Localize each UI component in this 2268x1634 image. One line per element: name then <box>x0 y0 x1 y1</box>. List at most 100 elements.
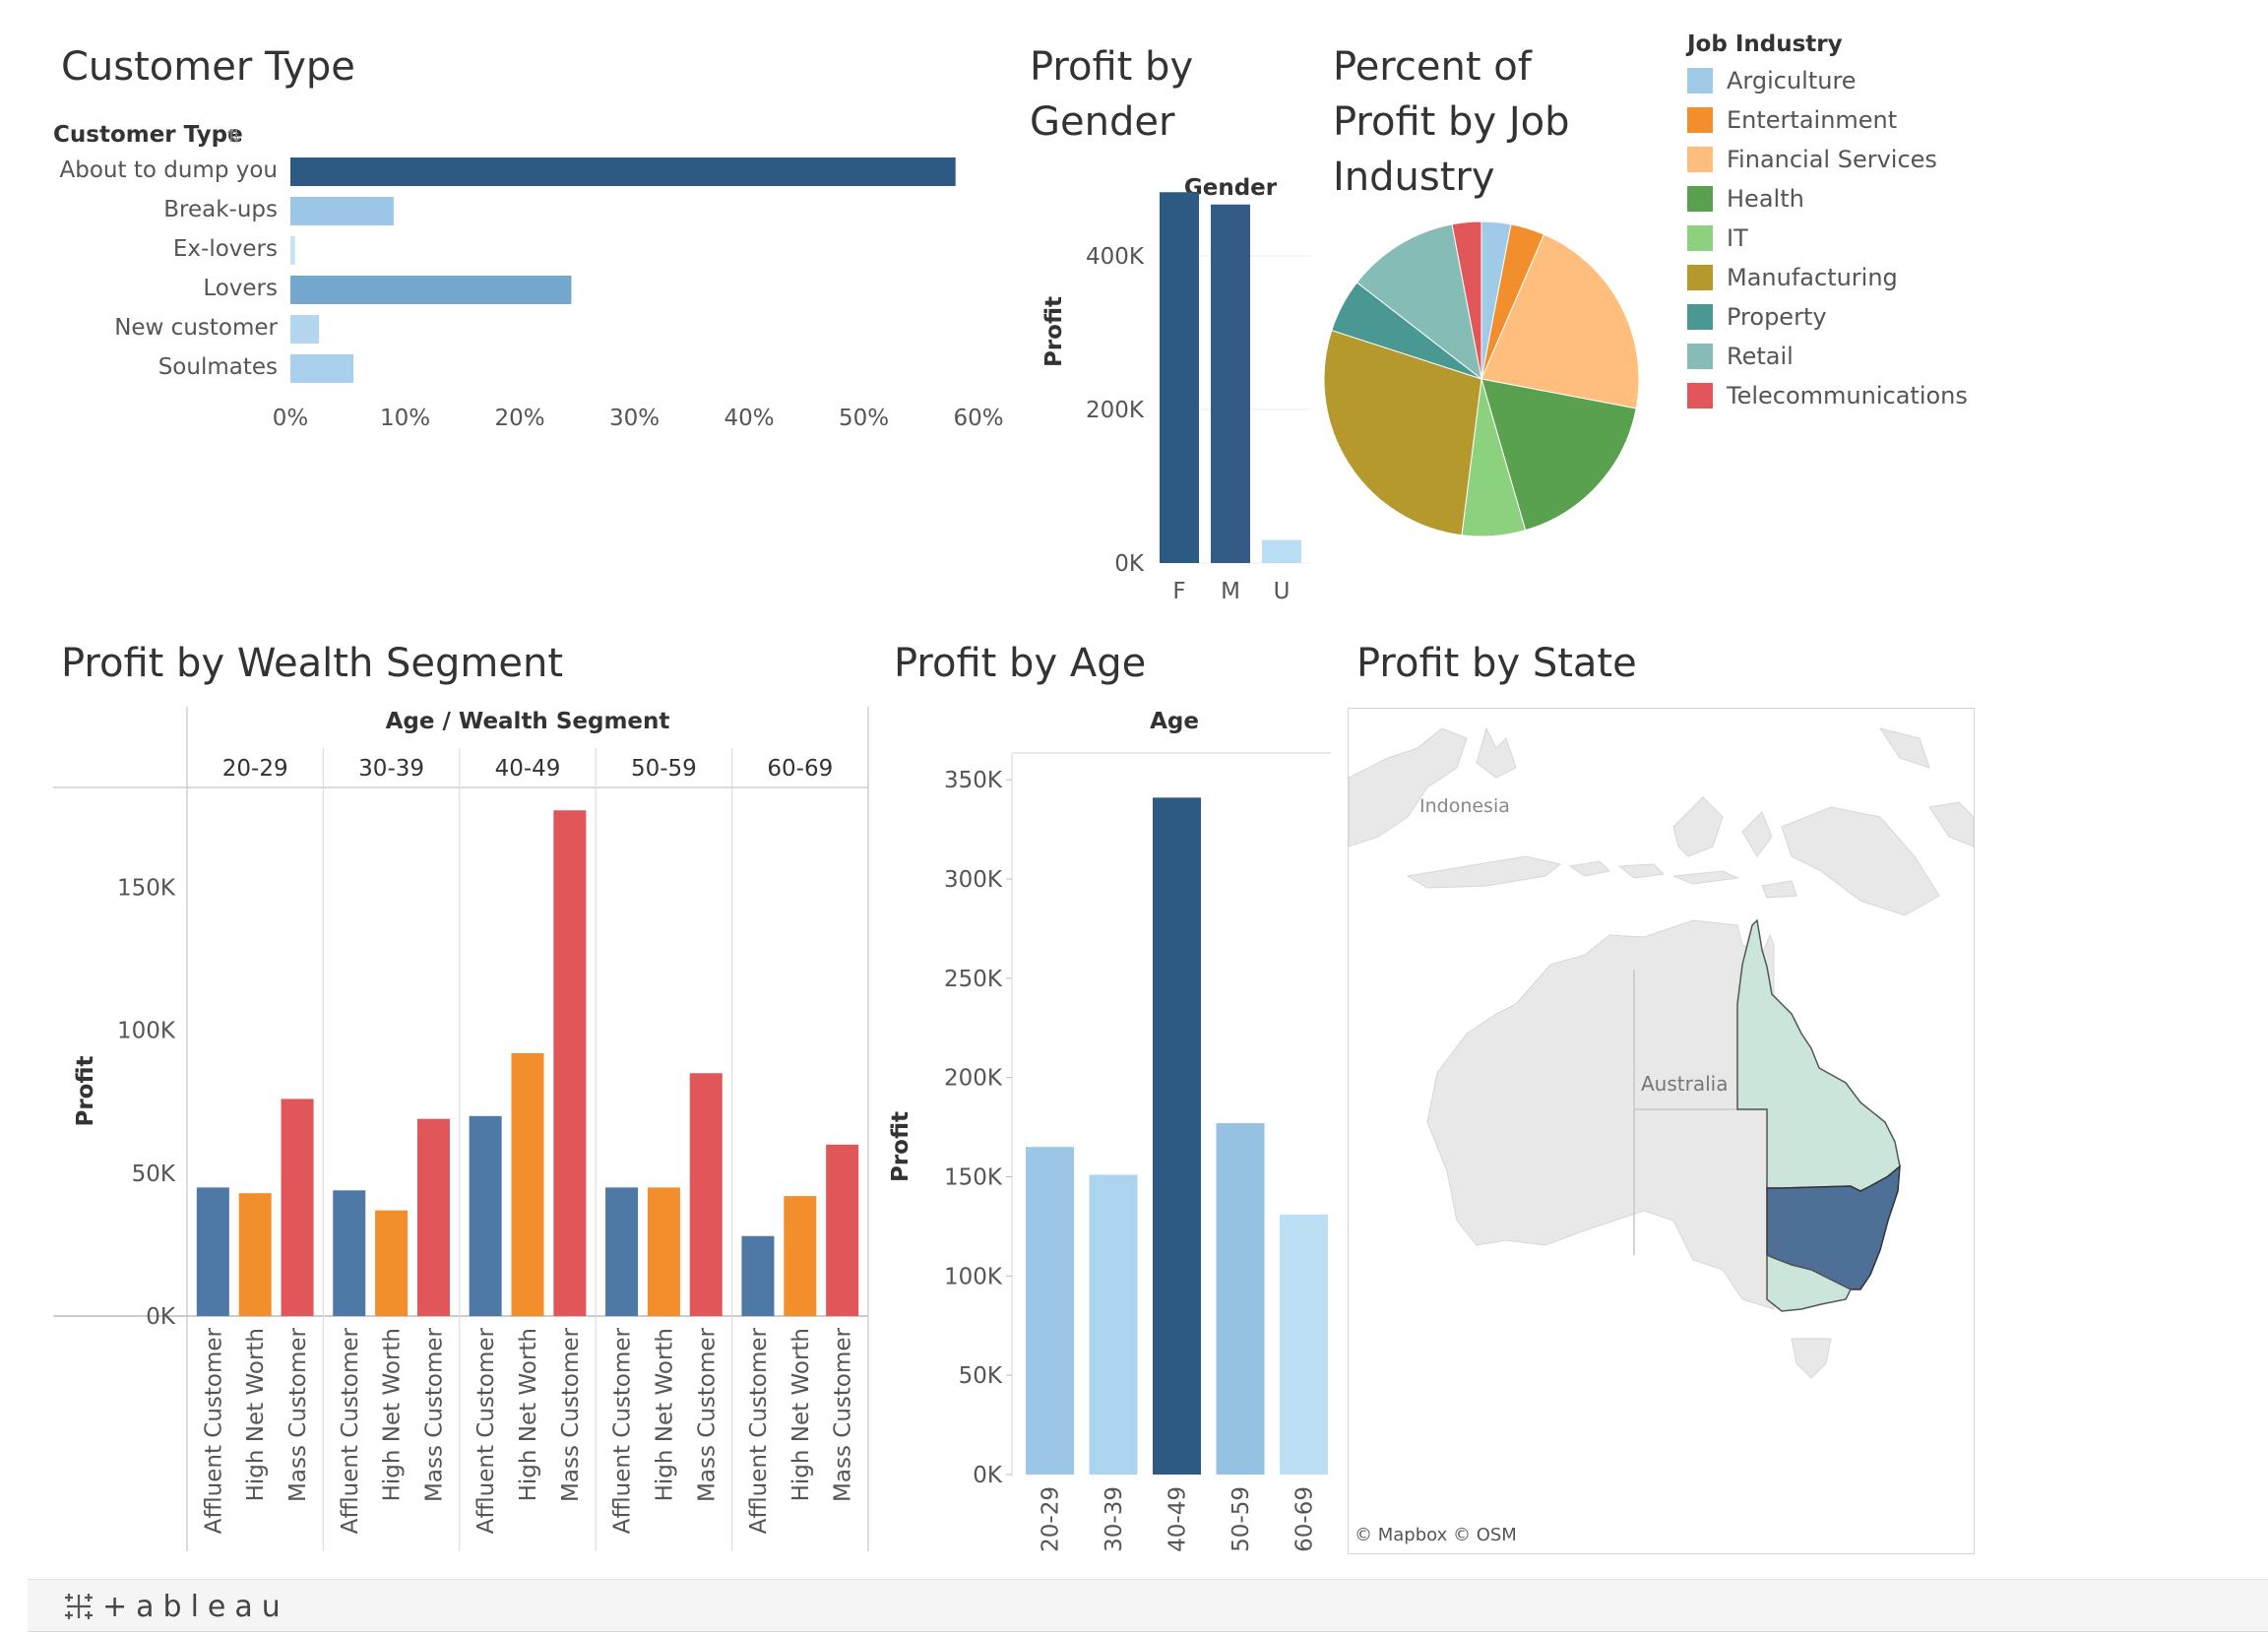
wealth-bar[interactable] <box>416 1118 450 1316</box>
legend-label: Financial Services <box>1727 146 1937 173</box>
wealth-bar[interactable] <box>741 1235 775 1316</box>
wealth-bar[interactable] <box>469 1115 502 1316</box>
customer-type-bar[interactable] <box>290 197 394 225</box>
percent-profit-job-title-line: Profit by Job <box>1333 99 1570 145</box>
australia-map: Indonesia Australia <box>1349 726 1974 1379</box>
legend-swatch <box>1687 68 1713 94</box>
legend-label: Argiculture <box>1727 67 1857 94</box>
customer-type-bar[interactable] <box>290 276 572 304</box>
percent-profit-job-title-line: Percent of <box>1333 44 1532 90</box>
legend-item[interactable]: Argiculture <box>1687 61 1983 100</box>
footer-bar: +ableau <box>28 1579 2268 1632</box>
age-y-tick: 150K <box>944 1165 1003 1191</box>
gender-y-tick: 400K <box>1086 244 1145 270</box>
customer-type-bar[interactable] <box>290 157 956 186</box>
gender-bar[interactable] <box>1211 204 1250 563</box>
gender-x-label: M <box>1221 579 1240 604</box>
customer-type-title: Customer Type <box>61 44 355 90</box>
age-y-tick: 350K <box>944 768 1003 793</box>
tableau-logo[interactable]: +ableau <box>61 1589 289 1624</box>
wealth-bar[interactable] <box>511 1052 544 1316</box>
legend-item[interactable]: Property <box>1687 297 1983 337</box>
wealth-bar[interactable] <box>784 1196 817 1316</box>
customer-type-bar[interactable] <box>290 236 295 265</box>
legend-item[interactable]: Manufacturing <box>1687 258 1983 297</box>
age-y-tick: 50K <box>959 1363 1003 1389</box>
legend-swatch <box>1687 304 1713 330</box>
wealth-x-label: Mass Customer <box>831 1327 856 1501</box>
age-bar[interactable] <box>1216 1123 1265 1475</box>
profit-by-state-map[interactable]: Indonesia Australia © Mapbox © OSM <box>1348 708 1975 1554</box>
gender-y-tick: 0K <box>1114 551 1145 577</box>
customer-type-bar[interactable] <box>290 354 354 383</box>
wealth-group-label: 30-39 <box>358 756 424 782</box>
age-bar[interactable] <box>1026 1147 1074 1475</box>
wealth-group-label: 40-49 <box>495 756 561 782</box>
age-bar[interactable] <box>1089 1174 1138 1475</box>
gender-bar[interactable] <box>1262 539 1301 563</box>
wealth-y-axis-label: Profit <box>73 1055 98 1126</box>
legend-item[interactable]: Financial Services <box>1687 140 1983 179</box>
customer-type-chart: Customer Type⇅ About to dump you Break-ups… <box>53 122 1004 431</box>
age-bar[interactable] <box>1280 1214 1328 1475</box>
wealth-bar[interactable] <box>333 1190 366 1316</box>
legend-item[interactable]: Health <box>1687 179 1983 219</box>
age-y-tick: 250K <box>944 967 1003 992</box>
wealth-bar[interactable] <box>375 1210 409 1316</box>
wealth-bar[interactable] <box>196 1187 229 1316</box>
legend-label: Telecommunications <box>1727 382 1968 409</box>
customer-type-label: Lovers <box>203 276 278 301</box>
age-x-label: 30-39 <box>1102 1486 1127 1552</box>
wealth-group-label: 20-29 <box>222 756 288 782</box>
map-attribution[interactable]: © Mapbox © OSM <box>1354 1525 1517 1545</box>
legend-swatch <box>1687 225 1713 251</box>
gender-x-label: U <box>1274 579 1291 604</box>
legend-swatch <box>1687 344 1713 369</box>
gender-x-label: F <box>1172 579 1185 604</box>
wealth-y-tick: 150K <box>117 876 176 902</box>
legend-swatch <box>1687 383 1713 408</box>
wealth-bar[interactable] <box>647 1187 680 1316</box>
wealth-group-label: 60-69 <box>767 756 833 782</box>
age-x-label: 20-29 <box>1039 1486 1064 1552</box>
australia-landmass <box>1426 918 1901 1379</box>
legend-item[interactable]: Telecommunications <box>1687 376 1983 415</box>
age-header: Age <box>1150 709 1199 734</box>
wealth-bar[interactable] <box>553 810 587 1316</box>
gender-y-tick: 200K <box>1086 398 1145 423</box>
legend-item[interactable]: Entertainment <box>1687 100 1983 140</box>
customer-type-label: About to dump you <box>60 157 278 183</box>
customer-type-x-tick: 30% <box>609 406 660 431</box>
customer-type-label: Soulmates <box>158 354 278 380</box>
age-bar[interactable] <box>1153 797 1201 1475</box>
percent-profit-job-chart <box>1323 220 1640 537</box>
legend-title: Job Industry <box>1687 31 1843 57</box>
legend-label: Entertainment <box>1727 106 1898 134</box>
customer-type-bar[interactable] <box>290 315 320 344</box>
profit-by-age-chart: Age 0K 50K 100K 150K 200K 250K 300K 350K Profit 20… <box>888 709 1331 1552</box>
wealth-bar[interactable] <box>238 1193 272 1316</box>
wealth-bar[interactable] <box>605 1187 639 1316</box>
customer-type-label: New customer <box>114 315 278 341</box>
wealth-bar[interactable] <box>826 1144 859 1316</box>
legend-label: Retail <box>1727 343 1794 370</box>
legend-label: Health <box>1727 185 1804 213</box>
customer-type-label: Break-ups <box>163 197 278 222</box>
legend-item[interactable]: IT <box>1687 219 1983 258</box>
customer-type-x-tick: 40% <box>724 406 774 431</box>
wealth-bar[interactable] <box>281 1099 314 1316</box>
age-y-tick: 100K <box>944 1264 1003 1289</box>
wealth-bar[interactable] <box>689 1073 723 1316</box>
wealth-x-label: Affluent Customer <box>746 1327 772 1534</box>
legend-swatch <box>1687 265 1713 290</box>
profit-by-gender-title-line: Profit by <box>1030 44 1194 90</box>
profit-by-wealth-segment-chart: Age / Wealth Segment 0K 50K 100K 150K Profit 2… <box>53 707 869 1551</box>
customer-type-x-tick: 60% <box>953 406 1003 431</box>
customer-type-x-tick: 10% <box>380 406 430 431</box>
tableau-wordmark: +ableau <box>102 1589 289 1624</box>
gender-bar[interactable] <box>1160 192 1199 563</box>
customer-type-x-tick: 50% <box>839 406 889 431</box>
wealth-x-label: High Net Worth <box>380 1328 406 1501</box>
indonesia-label: Indonesia <box>1419 795 1510 817</box>
legend-item[interactable]: Retail <box>1687 337 1983 376</box>
